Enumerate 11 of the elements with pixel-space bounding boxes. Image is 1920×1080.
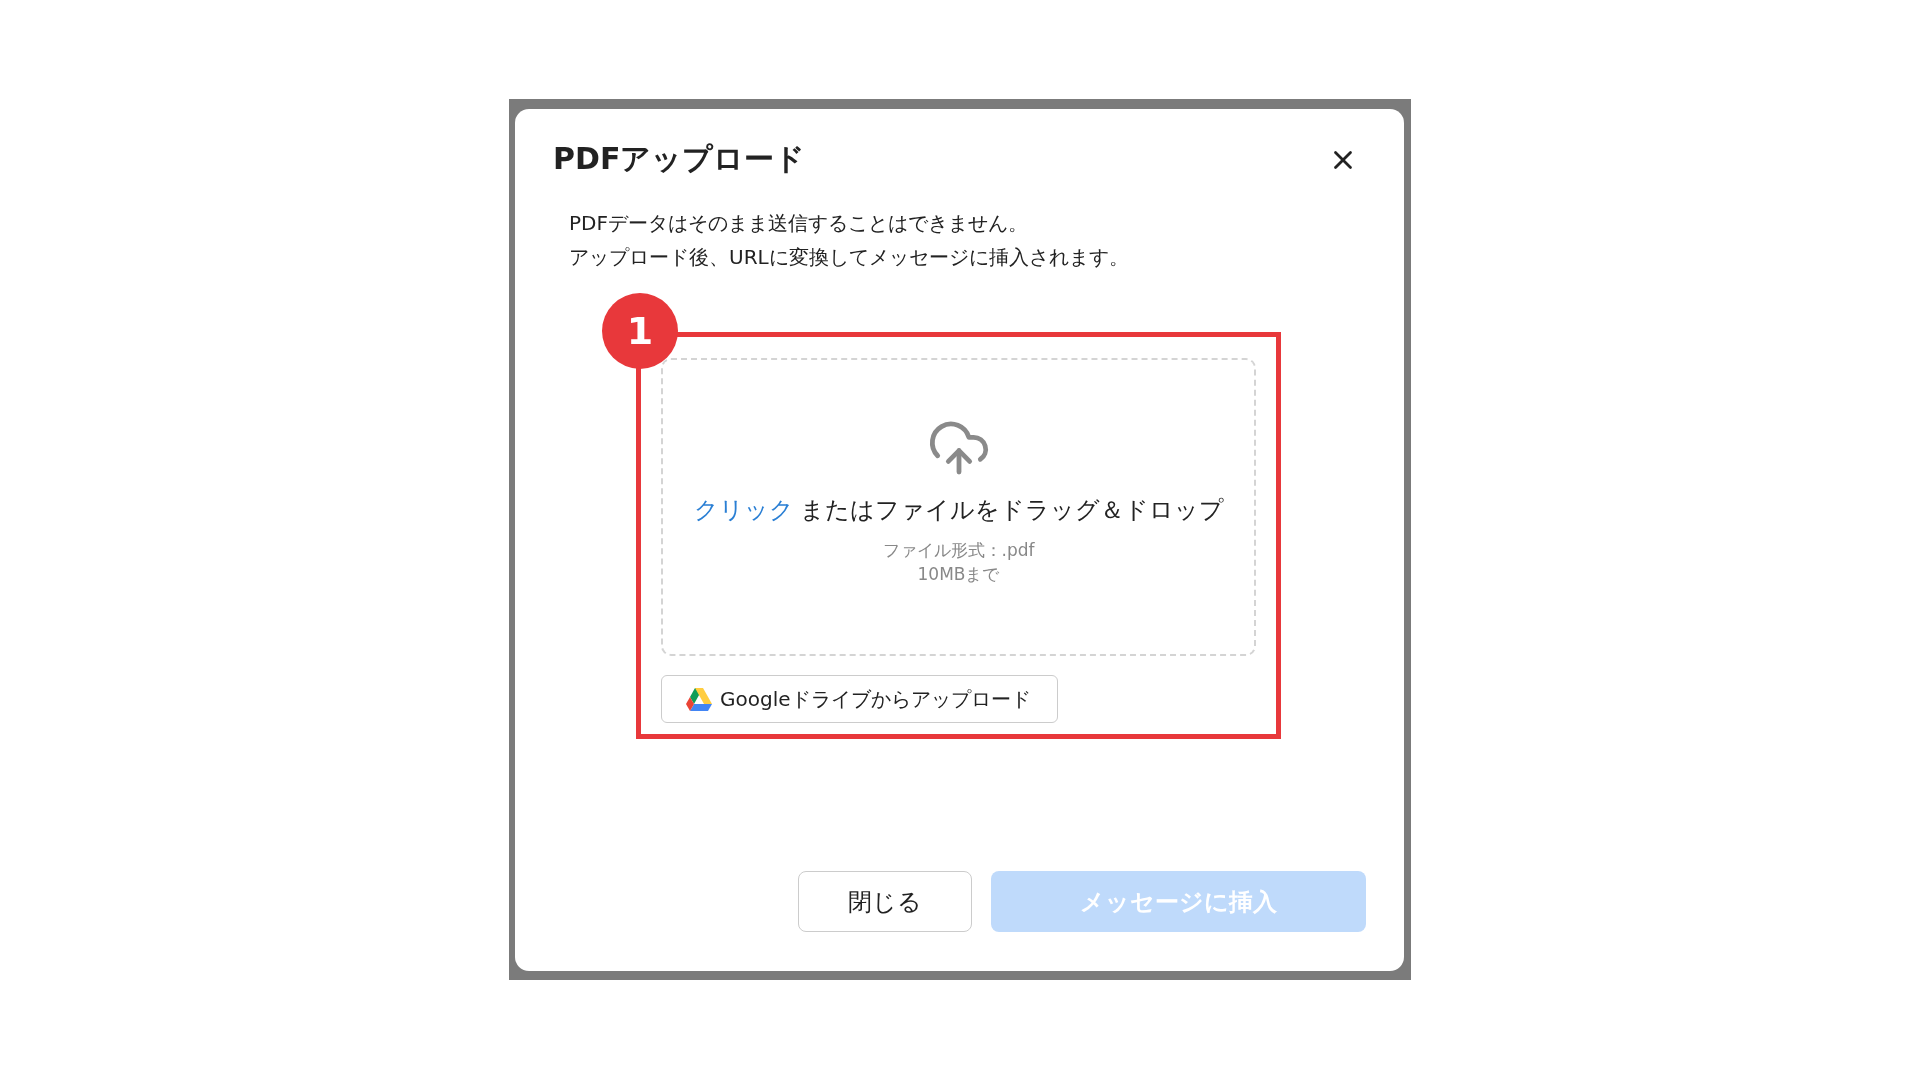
drop-instruction: クリック またはファイルをドラッグ＆ドロップ: [693, 495, 1224, 526]
close-dialog-button[interactable]: 閉じる: [798, 871, 972, 932]
drive-logo-icon: [686, 687, 712, 711]
description-text: PDFデータはそのまま送信することはできません。 アップロード後、URLに変換してメッセージに挿入されます。: [569, 210, 1130, 271]
size-limit-text: 10MBまで: [917, 563, 1000, 586]
drive-upload-button[interactable]: Googleドライブからアップロード: [661, 675, 1058, 723]
drop-zone[interactable]: クリック またはファイルをドラッグ＆ドロップ ファイル形式：.pdf 10MBまで: [661, 358, 1256, 656]
click-link[interactable]: クリック: [693, 496, 794, 524]
dialog-title: PDFアップロード: [553, 140, 806, 178]
file-format-text: ファイル形式：.pdf: [882, 539, 1035, 562]
step-badge: 1: [602, 293, 678, 369]
